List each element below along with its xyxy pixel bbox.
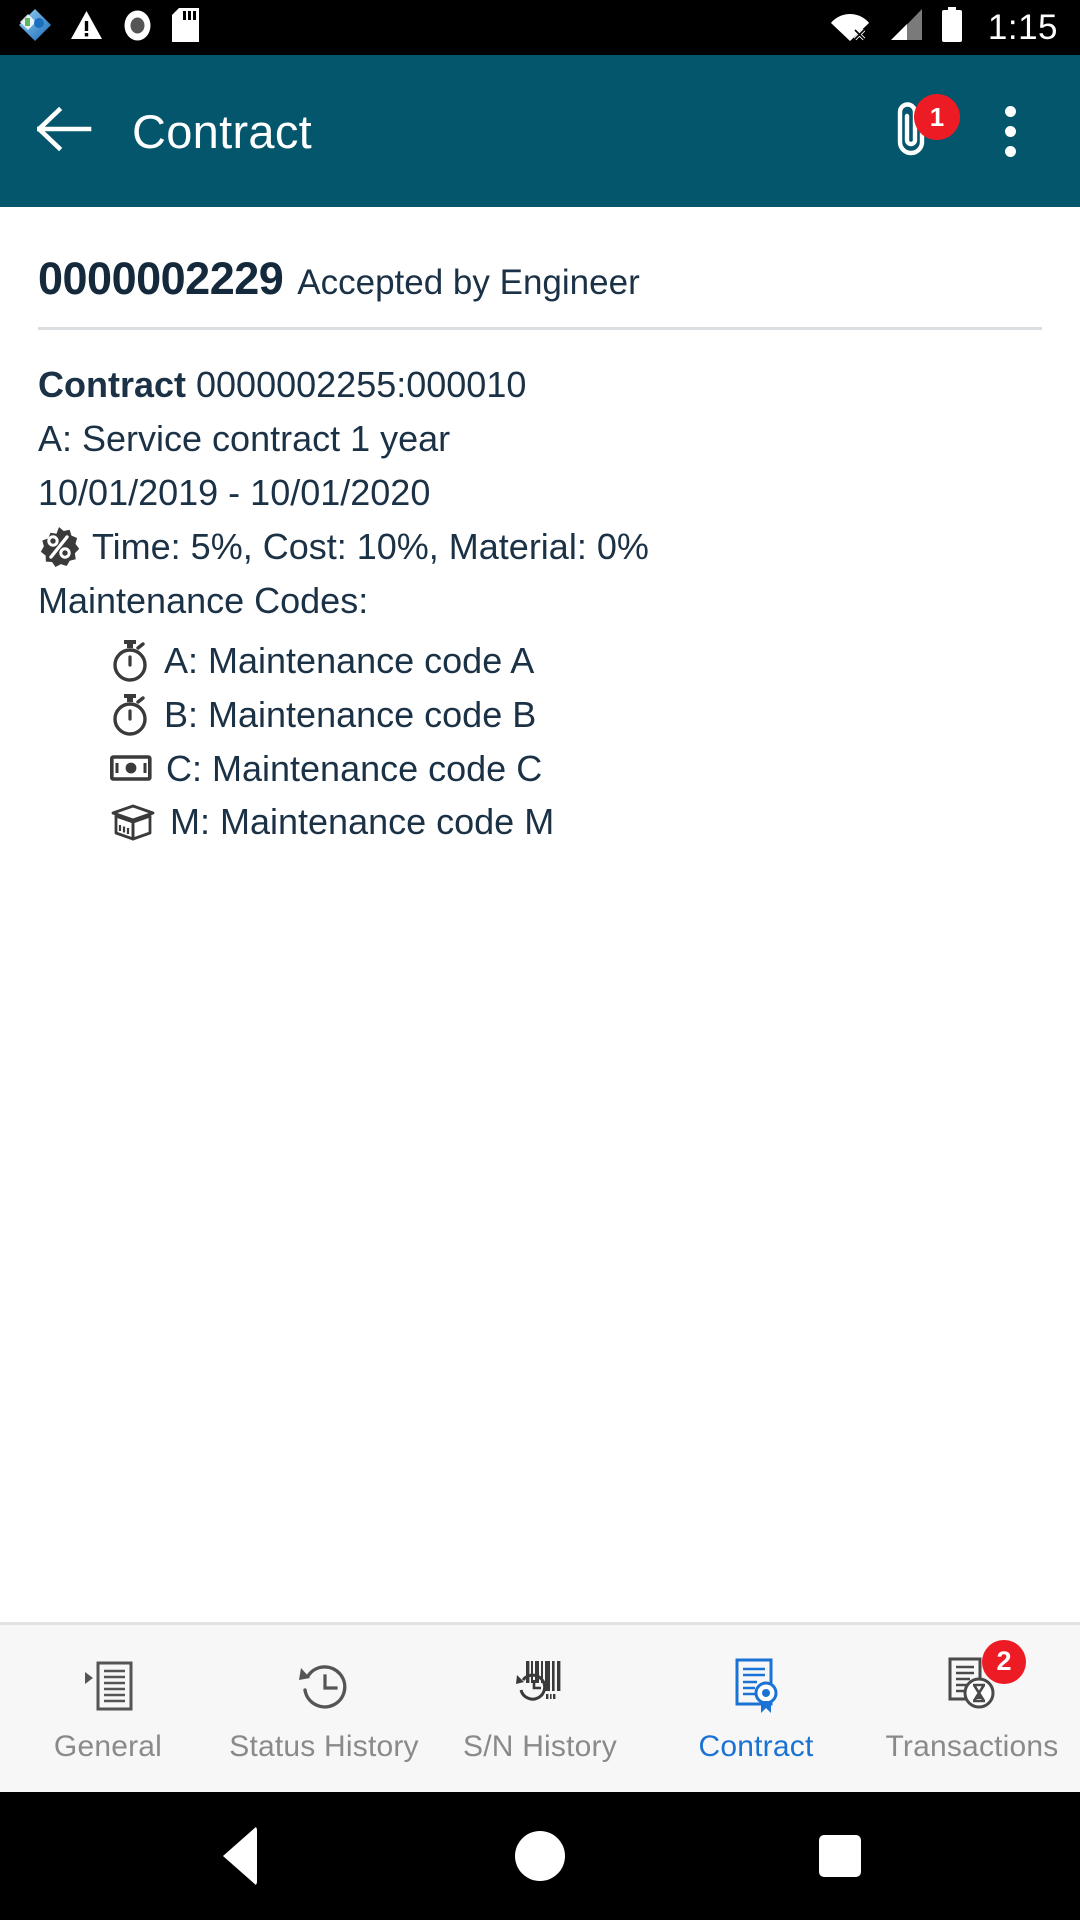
cellular-signal-icon [886, 8, 924, 47]
document-general-icon [76, 1654, 140, 1718]
tab-label: General [53, 1729, 163, 1763]
contract-content: 0000002229 Accepted by Engineer Contract… [0, 207, 1080, 1622]
wifi-no-internet-icon [830, 8, 870, 47]
tab-label: S/N History [463, 1729, 617, 1763]
tab-transactions[interactable]: 2 Transactions [864, 1625, 1080, 1792]
app-bar-actions: 1 [882, 94, 1052, 162]
attachments-button[interactable]: 1 [882, 94, 960, 162]
tab-general[interactable]: General [0, 1625, 216, 1792]
back-triangle-icon [223, 1826, 257, 1886]
maintenance-codes-label: Maintenance Codes: [38, 579, 369, 621]
contract-value: 0000002255:000010 [186, 364, 527, 405]
banknote-icon [110, 753, 152, 783]
overflow-menu-button[interactable] [982, 100, 1038, 162]
list-item: B: Maintenance code B [38, 688, 1042, 742]
tab-label: Transactions [885, 1729, 1059, 1763]
tab-status-history[interactable]: Status History [216, 1625, 432, 1792]
contract-percentages: Time: 5%, Cost: 10%, Material: 0% [92, 525, 649, 567]
more-vertical-icon-dot [1004, 125, 1016, 137]
tab-sn-history[interactable]: S/N History [432, 1625, 648, 1792]
maintenance-code-label: B: Maintenance code B [164, 693, 537, 735]
recents-square-icon [819, 1835, 861, 1877]
sd-card-icon [172, 8, 199, 47]
more-vertical-icon-dot [1004, 105, 1016, 117]
arrow-left-icon [35, 106, 93, 157]
list-item: M: Maintenance code M [38, 795, 1042, 849]
contract-label: Contract [38, 364, 187, 405]
barcode-history-icon [508, 1654, 572, 1718]
tab-contract[interactable]: Contract [648, 1625, 864, 1792]
warning-triangle-icon [70, 9, 103, 47]
record-dot-icon [121, 9, 154, 47]
open-box-icon [110, 803, 156, 841]
clock-history-icon [292, 1654, 356, 1718]
bottom-navigation: General Status History S/N History Contr… [0, 1622, 1080, 1792]
maintenance-code-label: C: Maintenance code C [166, 747, 543, 789]
maintenance-codes-list: A: Maintenance code A B: Maintenance cod… [38, 628, 1042, 850]
maintenance-code-label: A: Maintenance code A [164, 639, 535, 681]
status-bar: 1:15 [0, 0, 1080, 55]
contract-description: A: Service contract 1 year [38, 417, 451, 459]
list-item: C: Maintenance code C [38, 742, 1042, 796]
system-back-button[interactable] [185, 1801, 295, 1911]
document-number: 0000002229 [38, 253, 284, 304]
attachment-count-badge: 1 [914, 94, 960, 140]
page-title: Contract [132, 104, 313, 158]
status-badge: Accepted by Engineer [297, 263, 640, 302]
list-item: A: Maintenance code A [38, 634, 1042, 688]
percent-badge-icon [38, 526, 80, 568]
android-system-navigation [0, 1792, 1080, 1920]
document-hourglass-icon: 2 [940, 1639, 1026, 1718]
contract-seal-icon [724, 1654, 788, 1718]
contract-id-line: Contract 0000002255:000010 [38, 358, 1042, 412]
maintenance-code-label: M: Maintenance code M [170, 801, 555, 843]
transactions-count-badge: 2 [982, 1639, 1026, 1684]
status-clock: 1:15 [987, 8, 1058, 47]
back-button[interactable] [34, 100, 96, 162]
phone-screen: 1:15 Contract 1 0000002229 Accepted by E… [0, 0, 1080, 1920]
system-recents-button[interactable] [785, 1801, 895, 1911]
status-bar-left-icons [18, 8, 199, 47]
more-vertical-icon-dot [1004, 145, 1016, 157]
status-bar-right-icons: 1:15 [830, 7, 1058, 48]
contract-details: Contract 0000002255:000010 A: Service co… [38, 330, 1042, 849]
contract-date-range: 10/01/2019 - 10/01/2020 [38, 471, 431, 513]
tab-label: Status History [229, 1729, 419, 1763]
app-sync-icon [18, 8, 52, 47]
battery-full-icon [940, 7, 964, 48]
system-home-button[interactable] [485, 1801, 595, 1911]
app-bar: Contract 1 [0, 55, 1080, 207]
stopwatch-icon [110, 639, 150, 683]
home-circle-icon [515, 1831, 565, 1881]
stopwatch-icon [110, 693, 150, 737]
tab-label: Contract [698, 1729, 814, 1763]
contract-percentages-line: Time: 5%, Cost: 10%, Material: 0% [38, 520, 1042, 574]
document-header: 0000002229 Accepted by Engineer [38, 207, 1042, 305]
